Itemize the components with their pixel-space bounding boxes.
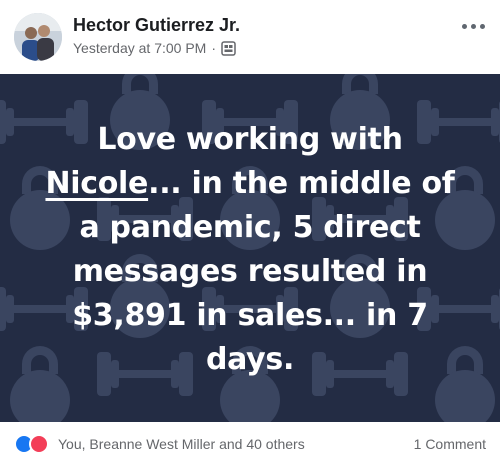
text-line: Love working with	[97, 122, 403, 157]
comments-count[interactable]: 1 Comment	[414, 436, 486, 452]
text-line: a pandemic, 5 direct	[79, 210, 421, 245]
post-image-text: Love working with Nicole... in the middl…	[20, 118, 480, 382]
reactions-summary[interactable]: You, Breanne West Miller and 40 others	[58, 436, 305, 452]
text-line: Nicole... in the middle of	[20, 162, 480, 206]
text-line: $3,891 in sales... in 7	[72, 298, 428, 333]
text-line: messages resulted in	[72, 254, 428, 289]
post-footer: You, Breanne West Miller and 40 others 1…	[0, 422, 500, 454]
avatar-photo	[14, 13, 62, 61]
reaction-icons[interactable]	[14, 434, 49, 454]
post-meta: Yesterday at 7:00 PM ·	[73, 40, 236, 56]
love-icon	[29, 434, 49, 454]
post-header: Hector Gutierrez Jr. Yesterday at 7:00 P…	[0, 0, 500, 74]
author-name[interactable]: Hector Gutierrez Jr.	[73, 15, 240, 36]
more-options-icon[interactable]	[462, 18, 486, 34]
friends-icon[interactable]	[221, 40, 236, 56]
meta-separator: ·	[211, 40, 217, 56]
post-timestamp[interactable]: Yesterday at 7:00 PM	[73, 40, 206, 56]
mention-link[interactable]: Nicole	[45, 166, 148, 201]
author-avatar[interactable]	[14, 13, 62, 61]
text-line: days.	[205, 342, 295, 377]
text-fragment: ... in the middle of	[148, 166, 455, 201]
post-image[interactable]: Love working with Nicole... in the middl…	[0, 74, 500, 422]
